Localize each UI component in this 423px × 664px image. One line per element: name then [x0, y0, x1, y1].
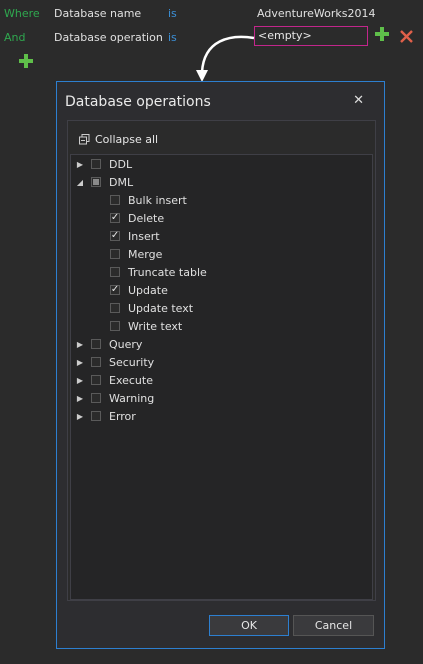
field-database-name[interactable]: Database name — [54, 7, 141, 20]
cancel-button[interactable]: Cancel — [293, 615, 374, 636]
tree-node-dml[interactable]: ◢ DML — [71, 173, 133, 191]
tree-node-query[interactable]: ▶ Query — [71, 335, 143, 353]
expand-arrow-icon[interactable]: ▶ — [76, 340, 84, 349]
checkbox-merge[interactable] — [110, 249, 120, 259]
tree-label-error: Error — [109, 409, 136, 423]
value-empty-box[interactable]: <empty> — [254, 26, 368, 46]
collapse-all-icon — [79, 134, 90, 145]
tree-label-merge: Merge — [128, 247, 163, 261]
tree-label-truncate-table: Truncate table — [128, 265, 207, 279]
expand-arrow-icon[interactable]: ▶ — [76, 394, 84, 403]
checkbox-update[interactable]: ✓ — [110, 285, 120, 295]
tree-label-bulk-insert: Bulk insert — [128, 193, 187, 207]
tree-label-insert: Insert — [128, 229, 160, 243]
value-database-name[interactable]: AdventureWorks2014 — [257, 7, 375, 20]
expand-arrow-icon[interactable]: ▶ — [76, 160, 84, 169]
database-operations-dialog: Database operations ✕ Collapse all ▶ DDL… — [56, 81, 385, 649]
dialog-close-icon[interactable]: ✕ — [353, 93, 364, 108]
collapse-all-label: Collapse all — [95, 133, 159, 146]
value-empty: <empty> — [258, 29, 312, 42]
tree-node-warning[interactable]: ▶ Warning — [71, 389, 154, 407]
checkbox-warning[interactable] — [91, 393, 101, 403]
operator-is[interactable]: is — [168, 7, 177, 20]
and-keyword[interactable]: And — [4, 31, 25, 44]
checkbox-insert[interactable]: ✓ — [110, 231, 120, 241]
tree-node-execute[interactable]: ▶ Execute — [71, 371, 153, 389]
operator-is-2[interactable]: is — [168, 31, 177, 44]
where-keyword[interactable]: Where — [4, 7, 40, 20]
checkbox-bulk-insert[interactable] — [110, 195, 120, 205]
checkbox-error[interactable] — [91, 411, 101, 421]
tree-label-ddl: DDL — [109, 157, 133, 171]
cancel-button-label: Cancel — [314, 619, 353, 632]
tree-node-error[interactable]: ▶ Error — [71, 407, 136, 425]
ok-button[interactable]: OK — [209, 615, 289, 636]
tree-node-delete[interactable]: ✓ Delete — [110, 209, 164, 227]
tree-label-update: Update — [128, 283, 168, 297]
operations-panel: Collapse all ▶ DDL ◢ DML Bulk insert ✓ D… — [67, 120, 376, 601]
tree-node-insert[interactable]: ✓ Insert — [110, 227, 160, 245]
ok-button-label: OK — [241, 619, 257, 632]
tree-node-merge[interactable]: Merge — [110, 245, 162, 263]
operations-tree: ▶ DDL ◢ DML Bulk insert ✓ Delete ✓ Inser… — [70, 154, 373, 600]
tree-node-security[interactable]: ▶ Security — [71, 353, 154, 371]
field-database-operation[interactable]: Database operation — [54, 31, 163, 44]
expand-arrow-icon[interactable]: ▶ — [76, 376, 84, 385]
collapse-all-button[interactable]: Collapse all — [79, 133, 158, 146]
tree-node-update-text[interactable]: Update text — [110, 299, 193, 317]
tree-label-delete: Delete — [128, 211, 165, 225]
tree-label-execute: Execute — [109, 373, 153, 387]
plus-icon[interactable] — [375, 27, 389, 44]
expand-arrow-icon[interactable]: ▶ — [76, 358, 84, 367]
tree-label-query: Query — [109, 337, 143, 351]
tree-node-write-text[interactable]: Write text — [110, 317, 182, 335]
tree-node-truncate-table[interactable]: Truncate table — [110, 263, 207, 281]
checkbox-delete[interactable]: ✓ — [110, 213, 120, 223]
checkbox-query[interactable] — [91, 339, 101, 349]
tree-label-update-text: Update text — [128, 301, 194, 315]
tree-label-write-text: Write text — [128, 319, 183, 333]
tree-node-update[interactable]: ✓ Update — [110, 281, 168, 299]
tree-node-bulk-insert[interactable]: Bulk insert — [110, 191, 187, 209]
checkbox-write-text[interactable] — [110, 321, 120, 331]
tree-label-dml: DML — [109, 175, 134, 189]
checkbox-security[interactable] — [91, 357, 101, 367]
tree-node-ddl[interactable]: ▶ DDL — [71, 155, 132, 173]
close-x-icon[interactable] — [400, 30, 413, 46]
collapse-arrow-icon[interactable]: ◢ — [76, 178, 84, 187]
checkbox-dml[interactable] — [91, 177, 101, 187]
checkbox-execute[interactable] — [91, 375, 101, 385]
checkbox-ddl[interactable] — [91, 159, 101, 169]
checkbox-truncate-table[interactable] — [110, 267, 120, 277]
add-condition-plus-icon[interactable] — [19, 54, 33, 71]
expand-arrow-icon[interactable]: ▶ — [76, 412, 84, 421]
tree-label-warning: Warning — [109, 391, 155, 405]
checkbox-update-text[interactable] — [110, 303, 120, 313]
dialog-title: Database operations — [65, 94, 211, 110]
tree-label-security: Security — [109, 355, 155, 369]
